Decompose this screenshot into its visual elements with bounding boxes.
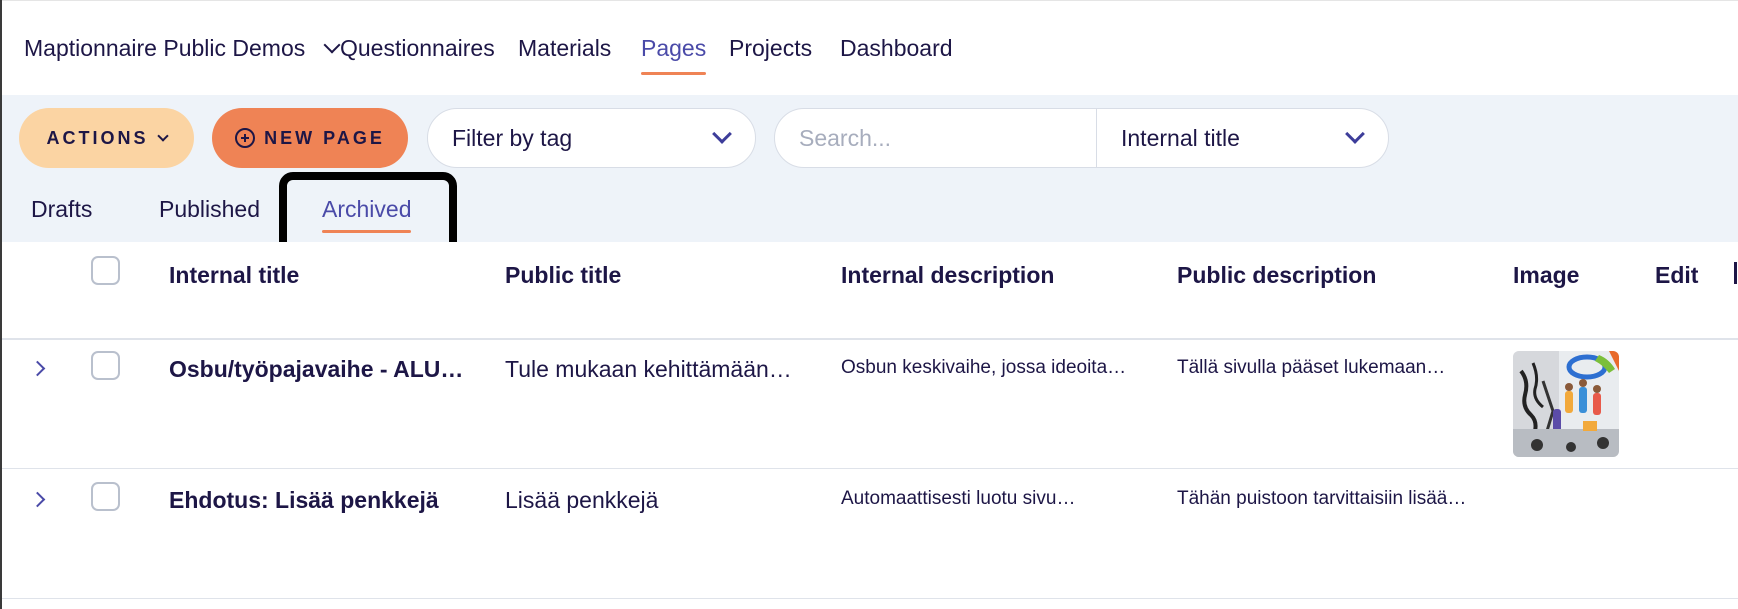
nav-dashboard[interactable]: Dashboard	[840, 31, 953, 65]
chevron-down-icon	[156, 129, 169, 142]
search-divider	[1096, 109, 1097, 167]
row-internal-title[interactable]: Ehdotus: Lisää penkkejä	[169, 487, 469, 514]
row-public-title: Lisää penkkejä	[505, 487, 659, 513]
org-switcher[interactable]: Maptionnaire Public Demos	[24, 31, 341, 65]
column-public-title[interactable]: Public title	[505, 262, 621, 289]
plus-circle-icon	[235, 128, 256, 148]
search-input[interactable]	[775, 109, 1096, 167]
org-name: Maptionnaire Public Demos	[24, 35, 306, 61]
row-divider	[2, 468, 1738, 469]
row-internal-title[interactable]: Osbu/työpajavaihe - ALU…	[169, 356, 469, 383]
nav-questionnaires[interactable]: Questionnaires	[340, 31, 495, 65]
column-internal-title[interactable]: Internal title	[169, 262, 299, 289]
row-public-title: Tule mukaan kehittämään…	[505, 356, 792, 382]
table-header	[2, 242, 1738, 340]
row-checkbox[interactable]	[91, 482, 120, 511]
new-page-button[interactable]: NEW PAGE	[212, 108, 408, 168]
row-internal-description: Automaattisesti luotu sivu…	[841, 488, 1076, 509]
tab-drafts[interactable]: Drafts	[31, 196, 92, 223]
chevron-right-icon[interactable]	[29, 360, 46, 377]
search-group: Internal title	[774, 108, 1389, 168]
column-internal-description[interactable]: Internal description	[841, 262, 1054, 289]
select-all-checkbox[interactable]	[91, 256, 120, 285]
chevron-down-icon	[323, 36, 341, 54]
actions-button[interactable]: ACTIONS	[19, 108, 194, 168]
row-image-thumbnail[interactable]	[1513, 351, 1619, 457]
filter-by-tag-label: Filter by tag	[452, 125, 573, 151]
row-public-description: Tähän puistoon tarvittaisiin lisää…	[1177, 488, 1467, 509]
column-public-description[interactable]: Public description	[1177, 262, 1376, 289]
chevron-right-icon[interactable]	[29, 491, 46, 508]
row-public-description: Tällä sivulla pääset lukemaan…	[1177, 357, 1446, 378]
row-checkbox[interactable]	[91, 351, 120, 380]
column-image: Image	[1513, 262, 1580, 288]
nav-materials[interactable]: Materials	[518, 31, 611, 65]
chevron-down-icon[interactable]	[1345, 124, 1365, 144]
row-divider	[2, 598, 1738, 599]
filter-by-tag-select[interactable]: Filter by tag	[427, 108, 756, 168]
search-field-select[interactable]: Internal title	[1121, 125, 1240, 152]
top-navigation: Maptionnaire Public Demos Questionnaires…	[2, 0, 1738, 95]
new-page-label: NEW PAGE	[264, 127, 385, 148]
nav-projects[interactable]: Projects	[729, 31, 812, 65]
chevron-down-icon	[712, 124, 732, 144]
column-overflow-edge	[1734, 262, 1737, 284]
column-edit: Edit	[1655, 262, 1699, 288]
nav-pages[interactable]: Pages	[641, 31, 707, 75]
tab-published[interactable]: Published	[159, 196, 260, 223]
actions-label: ACTIONS	[46, 127, 149, 148]
row-internal-description: Osbun keskivaihe, jossa ideoita…	[841, 357, 1127, 378]
